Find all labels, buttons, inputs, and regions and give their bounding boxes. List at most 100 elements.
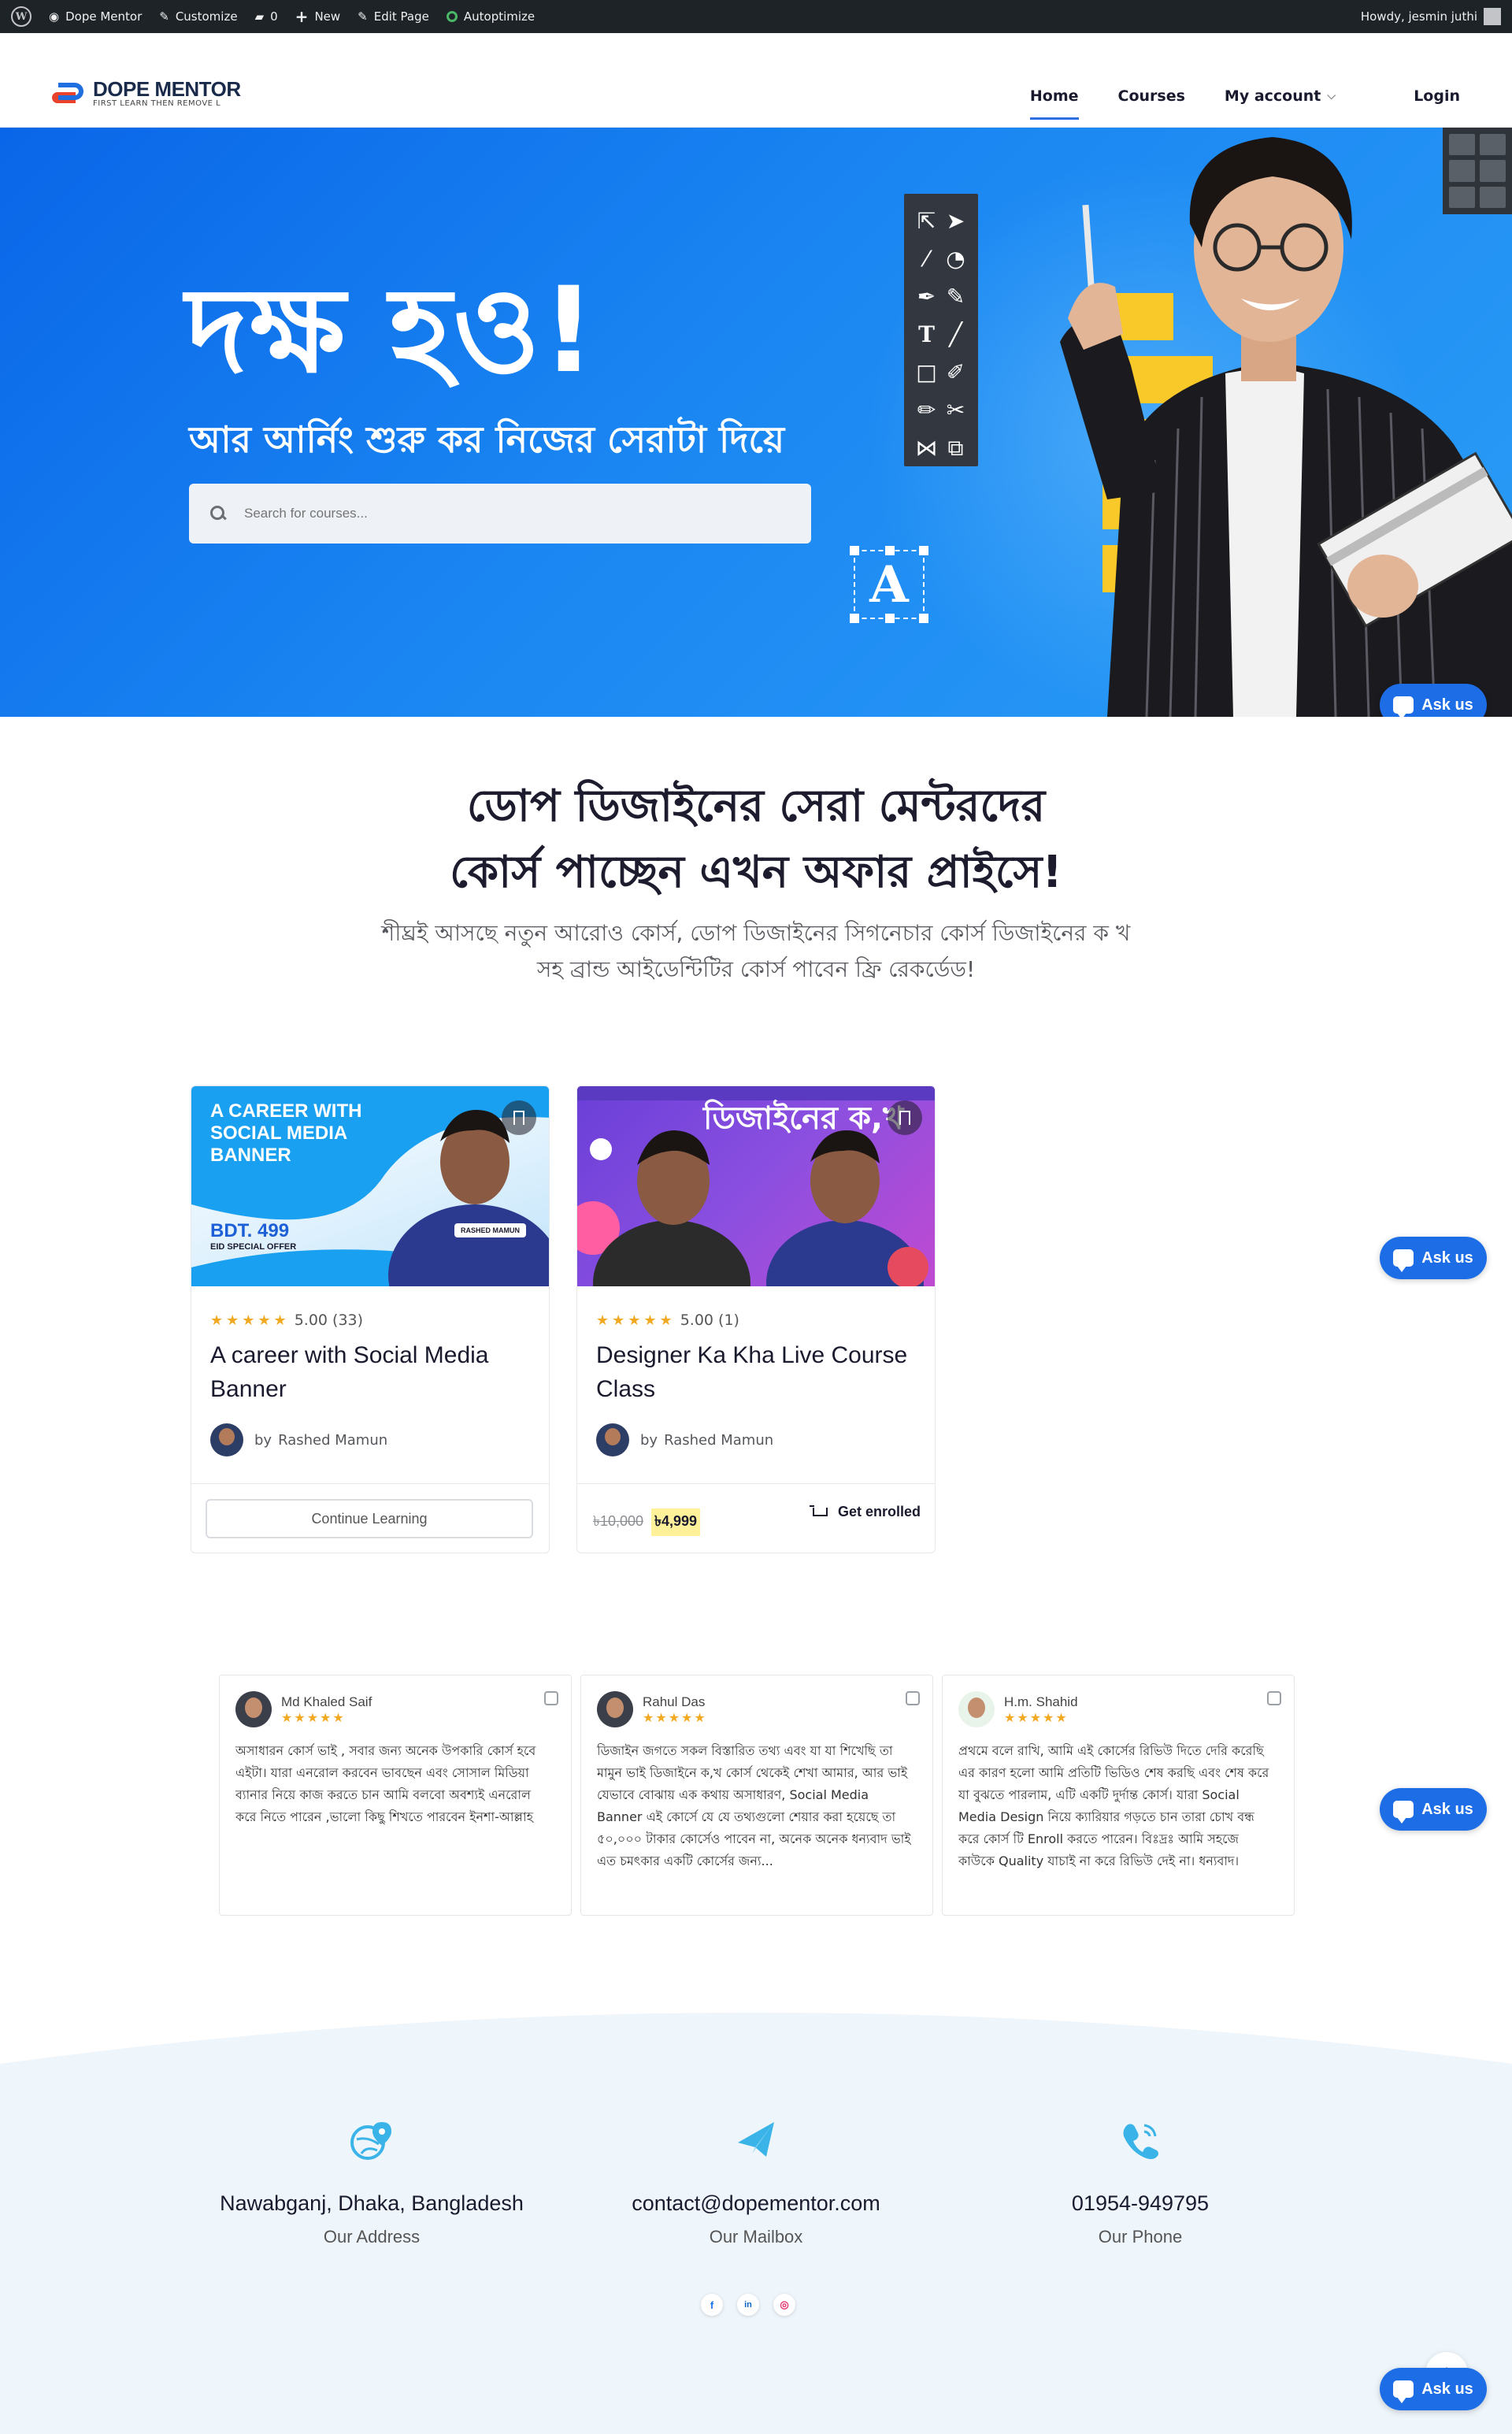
reviewer-avatar [958, 1691, 995, 1727]
hero-title: দক্ষ হও! [186, 262, 598, 399]
wordpress-icon: W [11, 6, 32, 27]
mail-label: Our Mailbox [709, 2227, 803, 2247]
course-card[interactable]: ডিজাইনের ক,খ ★★★★★ 5.00 (1) Designer Ka … [576, 1085, 936, 1553]
ask-us-button[interactable]: Ask us [1380, 684, 1487, 717]
chat-bubble-icon [1393, 1801, 1414, 1824]
instagram-icon[interactable]: ◎ [773, 2294, 795, 2316]
course-price: ৳10,000 ৳4,999 [593, 1508, 701, 1536]
facebook-icon[interactable]: f [701, 2294, 723, 2316]
course-author[interactable]: by Rashed Mamun [210, 1423, 387, 1456]
section-heading: ডোপ ডিজাইনের সেরা মেন্টরদের কোর্স পাচ্ছে… [450, 781, 1062, 898]
phone-value[interactable]: 01954-949795 [920, 2191, 1361, 2216]
new-content-link[interactable]: + New [295, 7, 340, 26]
line-tool-icon: ╱ [949, 321, 962, 347]
contact-phone: 01954-949795 Our Phone [920, 2119, 1361, 2247]
dashboard-icon: ◉ [49, 9, 60, 24]
design-toolbar-graphic: ⇱ ➤ ⁄ ◔ ✒ ✎ T ╱ □ ✐ ✏ ✂ ⋈ ⧉ [904, 194, 978, 466]
phone-label: Our Phone [1098, 2227, 1183, 2247]
continue-learning-button[interactable]: Continue Learning [206, 1499, 533, 1538]
linkedin-icon[interactable]: in [737, 2294, 759, 2316]
lasso-icon: ◔ [946, 246, 965, 272]
magic-wand-icon: ⁄ [925, 246, 928, 272]
globe-pin-icon [350, 2122, 391, 2160]
text-tool-icon: T [918, 321, 935, 347]
thumbnail-name-tag: RASHED MAMUN [454, 1223, 526, 1237]
edit-tool-icon: ✐ [946, 359, 965, 385]
review-text: প্রথমে বলে রাখি, আমি এই কোর্সের রিভিউ দি… [958, 1743, 1269, 1868]
bookmark-button[interactable] [888, 1100, 922, 1135]
review-text: অসাধারন কোর্স ভাই , সবার জন্য অনেক উপকার… [235, 1743, 536, 1824]
flip-icon: ⋈ [915, 435, 938, 461]
review-text: ডিজাইন জগতে সকল বিস্তারিত তথ্য এবং যা যা… [597, 1743, 911, 1868]
rating-stars-icon: ★★★★★ [210, 1312, 290, 1329]
bookmark-button[interactable] [502, 1100, 536, 1135]
nav-my-account[interactable]: My account ⌵ [1225, 65, 1336, 128]
hero-section: দক্ষ হও! আর আর্নিং শুরু কর নিজের সেরাটা … [0, 128, 1512, 717]
login-link[interactable]: Login [1414, 65, 1460, 128]
price-sale: ৳4,999 [651, 1508, 701, 1536]
thumbnail-price: BDT. 499 [210, 1220, 290, 1241]
mentor-photo [1060, 137, 1512, 717]
course-title[interactable]: A career with Social Media Banner [210, 1338, 533, 1406]
course-thumbnail[interactable]: ডিজাইনের ক,খ [577, 1086, 935, 1286]
plus-icon: + [295, 7, 309, 26]
mail-value[interactable]: contact@dopementor.com [536, 2191, 976, 2216]
site-logo[interactable]: DOPE MENTOR FIRST LEARN THEN REMOVE L [52, 79, 241, 108]
rectangle-tool-icon: □ [916, 359, 937, 385]
search-input[interactable] [244, 506, 795, 521]
bookmark-icon [899, 1111, 910, 1125]
wp-logo-menu[interactable]: W [11, 6, 32, 27]
edit-page-link[interactable]: ✎ Edit Page [358, 9, 429, 24]
author-avatar [210, 1423, 243, 1456]
admin-bar: W ◉ Dope Mentor ✎ Customize ▰ 0 + New ✎ … [0, 0, 1512, 33]
comments-link[interactable]: ▰ 0 [255, 9, 278, 24]
rating-stars-icon: ★★★★★ [643, 1709, 707, 1725]
brush-icon: ✎ [159, 9, 169, 24]
logo-tagline: FIRST LEARN THEN REMOVE L [93, 99, 221, 108]
pencil-icon: ✎ [358, 9, 368, 24]
ask-us-button[interactable]: Ask us [1380, 1237, 1487, 1279]
autoptimize-link[interactable]: Autoptimize [446, 9, 535, 24]
main-nav: Home Courses My account ⌵ [1029, 65, 1336, 128]
social-links: f in ◎ [701, 2294, 795, 2316]
scissors-icon: ✂ [946, 397, 965, 423]
customize-link[interactable]: ✎ Customize [159, 9, 237, 24]
phone-icon [1123, 2124, 1158, 2159]
get-enrolled-button[interactable]: Get enrolled [809, 1504, 921, 1520]
chat-bubble-icon [1393, 2380, 1414, 2403]
reviewer-badge-icon [1267, 1691, 1281, 1705]
review-card: Md Khaled Saif ★★★★★ অসাধারন কোর্স ভাই ,… [219, 1675, 572, 1916]
section-lead: শীঘ্রই আসছে নতুন আরোও কোর্স, ডোপ ডিজাইনে… [381, 920, 1131, 982]
reviewer-name: Rahul Das [643, 1694, 706, 1709]
site-name-link[interactable]: ◉ Dope Mentor [49, 9, 142, 24]
course-search[interactable] [189, 484, 811, 544]
thumbnail-title: A CAREER WITH SOCIAL MEDIA BANNER [210, 1100, 362, 1166]
status-dot-icon [446, 11, 458, 22]
text-selection-graphic: A [850, 546, 928, 623]
ask-us-button[interactable]: Ask us [1380, 1788, 1487, 1831]
ask-us-button[interactable]: Ask us [1380, 2368, 1487, 2410]
course-title[interactable]: Designer Ka Kha Live Course Class [596, 1338, 919, 1406]
pen-add-icon: ✎ [946, 284, 965, 310]
nav-home[interactable]: Home [1029, 65, 1079, 128]
search-icon [209, 505, 227, 522]
address-label: Our Address [323, 2227, 421, 2247]
course-rating: ★★★★★ 5.00 (1) [596, 1312, 739, 1329]
rating-stars-icon: ★★★★★ [1004, 1709, 1069, 1725]
rating-stars-icon: ★★★★★ [281, 1709, 346, 1725]
course-card[interactable]: A CAREER WITH SOCIAL MEDIA BANNER BDT. 4… [191, 1085, 550, 1553]
rating-stars-icon: ★★★★★ [596, 1312, 676, 1329]
reviewer-badge-icon [544, 1691, 558, 1705]
reviewer-avatar [597, 1691, 633, 1727]
cursor-arrow-icon: ⇱ [917, 208, 936, 234]
course-author[interactable]: by Rashed Mamun [596, 1423, 773, 1456]
reviewer-avatar [235, 1691, 272, 1727]
review-card: Rahul Das ★★★★★ ডিজাইন জগতে সকল বিস্তারি… [580, 1675, 933, 1916]
course-thumbnail[interactable]: A CAREER WITH SOCIAL MEDIA BANNER BDT. 4… [191, 1086, 549, 1286]
nav-courses[interactable]: Courses [1118, 65, 1185, 128]
account-menu[interactable]: Howdy, jesmin juthi [1361, 8, 1501, 25]
logo-title: DOPE MENTOR [93, 77, 241, 101]
cursor-solid-icon: ➤ [946, 208, 965, 234]
site-header: DOPE MENTOR FIRST LEARN THEN REMOVE L Ho… [0, 65, 1512, 128]
reviewer-name: Md Khaled Saif [281, 1694, 372, 1709]
